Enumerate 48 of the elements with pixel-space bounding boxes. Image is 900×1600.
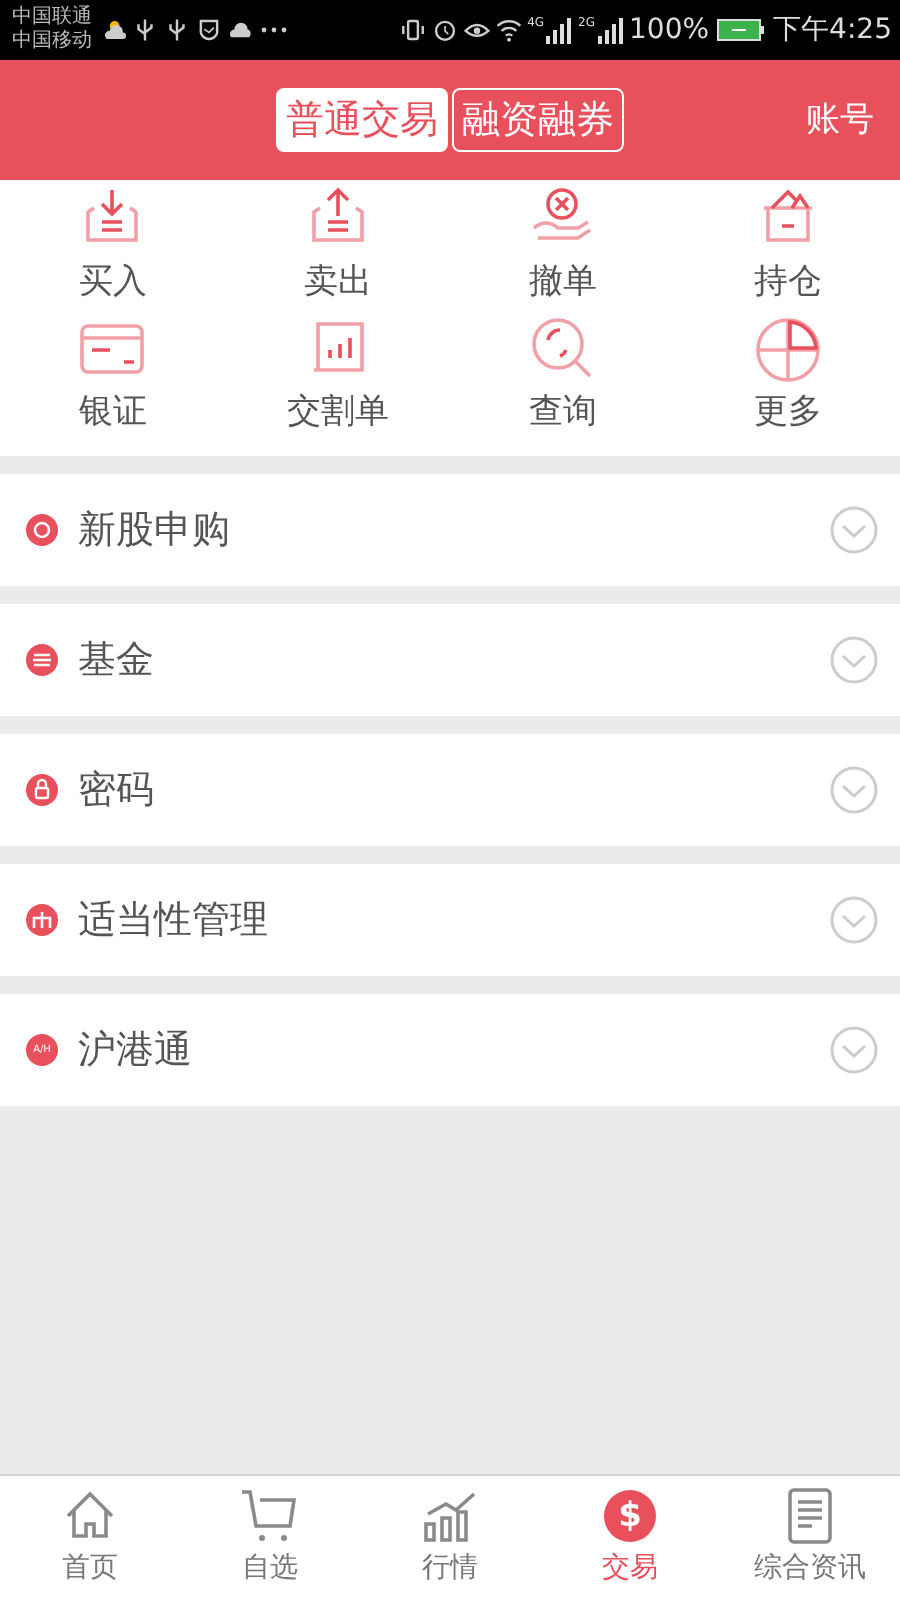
nav-tab[interactable]: 综合资讯 [720,1476,900,1600]
alarm-icon [431,16,458,44]
menu-label: 密码 [78,766,156,816]
action-item[interactable]: 交割单 [286,390,389,434]
battery-icon [715,16,768,44]
menu-row[interactable]: 密码 [0,734,900,846]
clock: 下午4:25 [773,12,892,48]
action-item[interactable]: 买入 [78,260,147,304]
action-item[interactable]: 持仓 [753,260,822,304]
usb-icon [132,16,158,44]
more-icon [260,26,288,34]
action-item[interactable]: 查询 [528,390,597,434]
dollar-coin-icon: $ [604,1490,656,1542]
usb-icon [164,16,190,44]
target-icon [26,514,58,546]
badge-icon [26,1034,58,1066]
signal-icon [544,16,573,44]
menu-label: 新股申购 [78,506,232,556]
nav-tab[interactable]: $ 交易 [540,1476,720,1600]
carrier-name: 中国移动 [12,30,92,54]
shield-icon [196,16,222,44]
pie-grid-icon [751,314,824,386]
nav-tab[interactable]: 行情 [360,1476,540,1600]
coin-stack-icon [26,644,58,676]
action-item[interactable]: 撤单 [528,260,597,304]
mode-tab[interactable]: 普通交易 [276,88,448,152]
lock-icon [26,774,58,806]
menu-row[interactable]: 基金 [0,604,900,716]
signal-icon [595,16,624,44]
cart-icon [240,1486,300,1546]
vibrate-icon [399,16,426,44]
menu-row[interactable]: 适当性管理 [0,864,900,976]
mode-tab[interactable]: 融资融券 [452,88,624,152]
nav-tab[interactable]: 首页 [0,1476,180,1600]
action-item[interactable]: 卖出 [303,260,372,304]
menu-row[interactable]: 新股申购 [0,474,900,586]
action-item[interactable]: 银证 [78,390,147,434]
wifi-icon [495,16,522,44]
nav-tab[interactable]: 自选 [180,1476,360,1600]
account-link[interactable]: 账号 [806,96,874,142]
carrier-name: 中国联通 [12,6,92,29]
battery-percent: 100% [629,14,710,46]
menu-label: 沪港通 [78,1026,194,1076]
menu-label: 适当性管理 [78,896,270,946]
action-item[interactable]: 更多 [753,390,822,434]
scale-icon [26,904,58,936]
weather-icon [100,16,126,44]
menu-label: 基金 [78,636,156,686]
